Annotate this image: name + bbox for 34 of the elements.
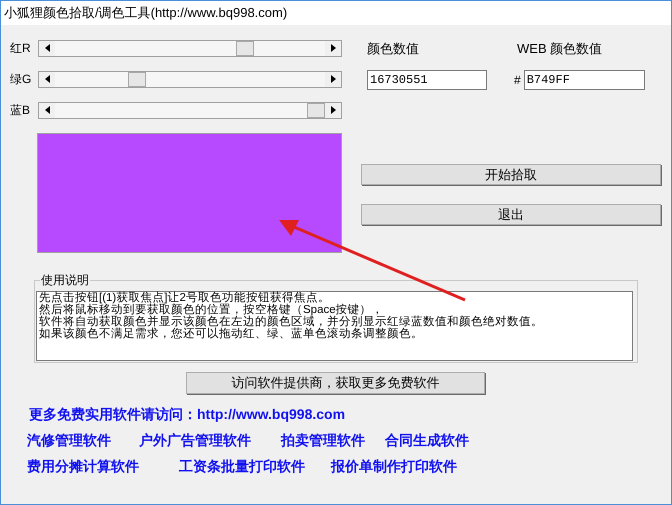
software-link[interactable]: 合同生成软件 [385,430,469,451]
software-link[interactable]: 费用分摊计算软件 [27,456,179,477]
software-link[interactable]: 拍卖管理软件 [281,430,385,451]
group-title: 使用说明 [40,272,90,288]
scroll-right-icon[interactable] [325,40,341,56]
software-link[interactable]: 报价单制作打印软件 [331,456,457,477]
scrollbar[interactable] [38,70,342,88]
scroll-thumb[interactable] [236,40,254,56]
scroll-right-icon[interactable] [325,102,341,118]
slider-label: 蓝B [10,102,32,119]
scroll-thumb[interactable] [128,72,146,86]
software-link[interactable]: 汽修管理软件 [27,430,139,451]
scroll-right-icon[interactable] [325,72,341,86]
slider-label: 红R [10,40,32,57]
scrollbar[interactable] [38,102,342,118]
color-value-label: 颜色数值 [367,40,420,58]
color-value-field[interactable]: 16730551 [367,70,487,90]
scroll-left-icon[interactable] [39,102,55,118]
hash-label: # [514,72,521,88]
web-color-value-field[interactable]: B749FF [524,70,645,90]
instructions-text: 先点击按钮[(1)获取焦点]让2号取色功能按钮获得焦点。 然后将鼠标移动到要获取颜色的位置，按空格键（Space按键）， 软件将自动获取颜色并显示该颜色在左边的颜色区域，并分别显示红绿蓝数值和颜色绝对数值。 如果该颜色不满足需求，您还可以拖动红、绿、蓝单色滚动条调整颜色。 [36,291,633,361]
web-color-value-label: WEB 颜色数值 [517,40,602,58]
promo-link[interactable]: 更多免费实用软件请访问：http://www.bq998.com [27,404,671,425]
window-title: 小狐狸颜色拾取/调色工具(http://www.bq998.com) [4,4,288,22]
software-link[interactable]: 工资条批量打印软件 [179,456,331,477]
action-button[interactable]: 退出 [361,204,661,225]
slider-label: 绿G [10,71,32,88]
scroll-left-icon[interactable] [39,40,55,56]
scroll-left-icon[interactable] [39,72,55,86]
software-link[interactable]: 户外广告管理软件 [139,430,281,451]
scrollbar[interactable] [38,40,342,56]
action-button[interactable]: 开始拾取 [361,164,661,185]
visit-provider-button[interactable]: 访问软件提供商，获取更多免费软件 [186,372,485,394]
scroll-thumb[interactable] [307,102,325,118]
